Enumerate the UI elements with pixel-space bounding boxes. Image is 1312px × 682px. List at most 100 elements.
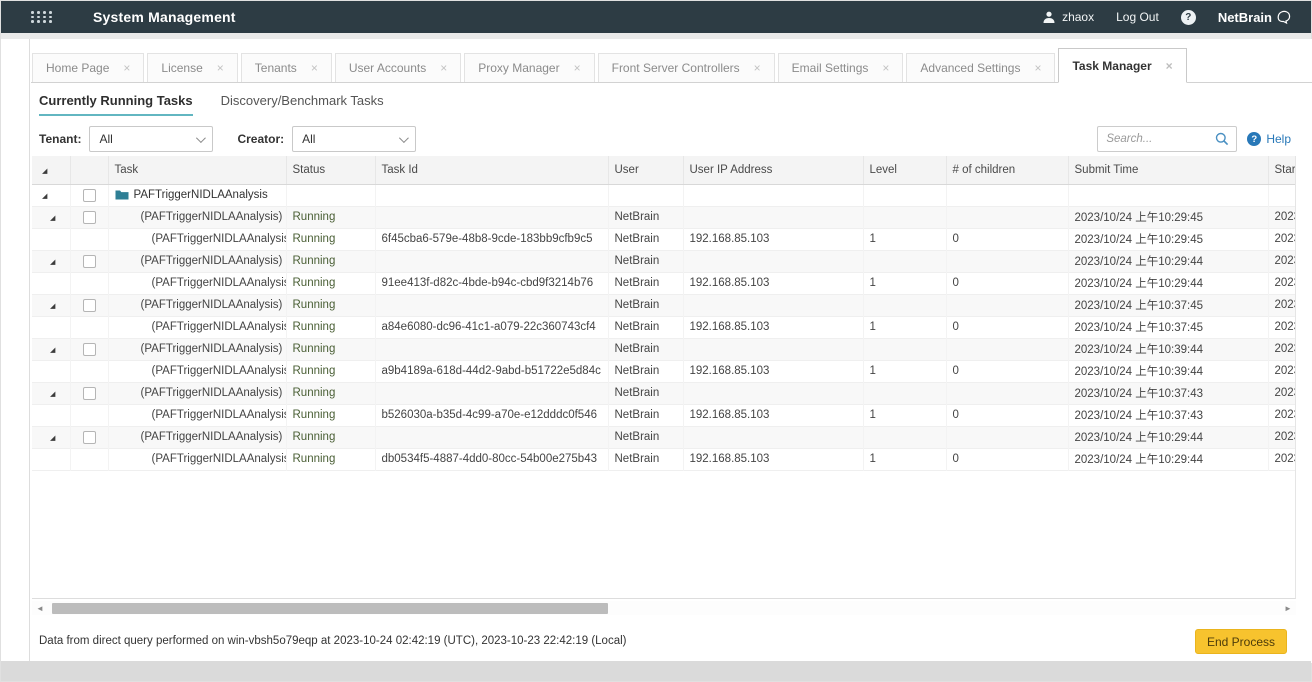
query-status-text: Data from direct query performed on win-… bbox=[39, 635, 626, 647]
collapse-all-icon[interactable]: ◢ bbox=[42, 168, 47, 175]
task-status: Running bbox=[286, 338, 375, 360]
bottom-band bbox=[1, 661, 1311, 681]
window-tab[interactable]: Proxy Manager × bbox=[464, 53, 594, 82]
row-checkbox[interactable] bbox=[83, 211, 96, 224]
help-link[interactable]: ? Help bbox=[1247, 132, 1291, 146]
tab-close-icon[interactable]: × bbox=[440, 62, 447, 74]
creator-select[interactable]: All bbox=[292, 126, 416, 152]
chevron-down-icon bbox=[399, 133, 409, 143]
header-task[interactable]: Task bbox=[108, 156, 286, 184]
task-row[interactable]: ◢ (PAFTriggerNIDLAAnalysis) Running NetB… bbox=[32, 338, 1296, 360]
tab-close-icon[interactable]: × bbox=[1034, 62, 1041, 74]
expander-icon[interactable]: ◢ bbox=[50, 347, 55, 354]
window-tab[interactable]: Front Server Controllers × bbox=[598, 53, 775, 82]
user-icon bbox=[1042, 10, 1056, 24]
task-submit-time: 2023/10/24 上午10:29:45 bbox=[1068, 228, 1268, 250]
header-children[interactable]: # of children bbox=[946, 156, 1068, 184]
window-tab-bar: Home Page × License × Tenants × User Acc… bbox=[31, 47, 1312, 83]
task-id bbox=[375, 294, 608, 316]
tab-close-icon[interactable]: × bbox=[1166, 60, 1173, 72]
tab-close-icon[interactable]: × bbox=[754, 62, 761, 74]
tab-close-icon[interactable]: × bbox=[311, 62, 318, 74]
end-process-button[interactable]: End Process bbox=[1195, 629, 1287, 654]
task-submit-time: 2023/10/24 上午10:29:44 bbox=[1068, 272, 1268, 294]
task-children-count bbox=[946, 206, 1068, 228]
task-row[interactable]: ◢ (PAFTriggerNIDLAAnalysis) Running a9b4… bbox=[32, 360, 1296, 382]
tab-close-icon[interactable]: × bbox=[882, 62, 889, 74]
task-submit-time: 2023/10/24 上午10:37:43 bbox=[1068, 404, 1268, 426]
scrollbar-thumb[interactable] bbox=[52, 603, 608, 614]
task-user: NetBrain bbox=[608, 250, 683, 272]
task-view-tabs: Currently Running Tasks Discovery/Benchm… bbox=[39, 93, 384, 116]
task-user-ip bbox=[683, 250, 863, 272]
task-row[interactable]: ◢ (PAFTriggerNIDLAAnalysis) Running 6f45… bbox=[32, 228, 1296, 250]
window-tab[interactable]: Advanced Settings × bbox=[906, 53, 1055, 82]
tab-close-icon[interactable]: × bbox=[123, 62, 130, 74]
window-tab[interactable]: License × bbox=[147, 53, 237, 82]
window-tab[interactable]: User Accounts × bbox=[335, 53, 461, 82]
expander-icon[interactable]: ◢ bbox=[50, 215, 55, 222]
window-tab[interactable]: Task Manager × bbox=[1058, 48, 1186, 83]
header-start-time[interactable]: Start Time bbox=[1268, 156, 1296, 184]
creator-value: All bbox=[302, 132, 315, 146]
task-row[interactable]: ◢ (PAFTriggerNIDLAAnalysis) Running NetB… bbox=[32, 382, 1296, 404]
task-row[interactable]: ◢ (PAFTriggerNIDLAAnalysis) Running b526… bbox=[32, 404, 1296, 426]
task-id bbox=[375, 250, 608, 272]
task-row[interactable]: ◢ (PAFTriggerNIDLAAnalysis) Running NetB… bbox=[32, 426, 1296, 448]
scroll-left-arrow[interactable]: ◄ bbox=[32, 604, 48, 613]
window-tab[interactable]: Tenants × bbox=[241, 53, 332, 82]
app-launcher-icon[interactable] bbox=[31, 11, 53, 23]
expander-icon[interactable]: ◢ bbox=[42, 193, 47, 200]
task-name: (PAFTriggerNIDLAAnalysis) bbox=[141, 211, 283, 223]
window-tab[interactable]: Home Page × bbox=[32, 53, 144, 82]
header-status[interactable]: Status bbox=[286, 156, 375, 184]
task-user-ip: 192.168.85.103 bbox=[683, 360, 863, 382]
tenant-select[interactable]: All bbox=[89, 126, 213, 152]
row-checkbox[interactable] bbox=[83, 255, 96, 268]
window-tab[interactable]: Email Settings × bbox=[778, 53, 904, 82]
header-submit-time[interactable]: Submit Time bbox=[1068, 156, 1268, 184]
header-user-ip[interactable]: User IP Address bbox=[683, 156, 863, 184]
row-checkbox[interactable] bbox=[83, 343, 96, 356]
task-group-row[interactable]: ◢ PAFTriggerNIDLAAnalysis bbox=[32, 184, 1296, 206]
row-checkbox[interactable] bbox=[83, 387, 96, 400]
group-checkbox[interactable] bbox=[83, 189, 96, 202]
task-id: a84e6080-dc96-41c1-a079-22c360743cf4 bbox=[375, 316, 608, 338]
expander-icon[interactable]: ◢ bbox=[50, 391, 55, 398]
task-status: Running bbox=[286, 228, 375, 250]
tab-label: Tenants bbox=[255, 61, 297, 75]
expander-icon[interactable]: ◢ bbox=[50, 303, 55, 310]
expander-icon[interactable]: ◢ bbox=[50, 259, 55, 266]
task-name: (PAFTriggerNIDLAAnalysis) bbox=[141, 299, 283, 311]
scroll-right-arrow[interactable]: ► bbox=[1280, 604, 1296, 613]
task-user-ip: 192.168.85.103 bbox=[683, 404, 863, 426]
task-row[interactable]: ◢ (PAFTriggerNIDLAAnalysis) Running NetB… bbox=[32, 206, 1296, 228]
task-user: NetBrain bbox=[608, 316, 683, 338]
user-menu[interactable]: zhaox bbox=[1042, 10, 1094, 24]
header-user[interactable]: User bbox=[608, 156, 683, 184]
row-checkbox[interactable] bbox=[83, 299, 96, 312]
tab-close-icon[interactable]: × bbox=[217, 62, 224, 74]
task-row[interactable]: ◢ (PAFTriggerNIDLAAnalysis) Running db05… bbox=[32, 448, 1296, 470]
search-input[interactable] bbox=[1106, 133, 1214, 145]
task-row[interactable]: ◢ (PAFTriggerNIDLAAnalysis) Running 91ee… bbox=[32, 272, 1296, 294]
task-row[interactable]: ◢ (PAFTriggerNIDLAAnalysis) Running NetB… bbox=[32, 294, 1296, 316]
page-title: System Management bbox=[93, 9, 236, 25]
task-level: 1 bbox=[863, 272, 946, 294]
scrollbar-track[interactable] bbox=[48, 603, 1280, 614]
task-row[interactable]: ◢ (PAFTriggerNIDLAAnalysis) Running NetB… bbox=[32, 250, 1296, 272]
search-icon[interactable] bbox=[1214, 131, 1230, 147]
expander-icon[interactable]: ◢ bbox=[50, 435, 55, 442]
task-row[interactable]: ◢ (PAFTriggerNIDLAAnalysis) Running a84e… bbox=[32, 316, 1296, 338]
task-user-ip bbox=[683, 206, 863, 228]
help-icon[interactable]: ? bbox=[1181, 10, 1196, 25]
task-view-tab[interactable]: Currently Running Tasks bbox=[39, 93, 193, 116]
logout-button[interactable]: Log Out bbox=[1116, 10, 1159, 24]
row-checkbox[interactable] bbox=[83, 431, 96, 444]
header-task-id[interactable]: Task Id bbox=[375, 156, 608, 184]
tab-close-icon[interactable]: × bbox=[574, 62, 581, 74]
task-name: (PAFTriggerNIDLAAnalysis) bbox=[152, 409, 287, 421]
task-view-tab[interactable]: Discovery/Benchmark Tasks bbox=[221, 93, 384, 116]
header-level[interactable]: Level bbox=[863, 156, 946, 184]
task-start-time: 2023/ bbox=[1268, 404, 1296, 426]
